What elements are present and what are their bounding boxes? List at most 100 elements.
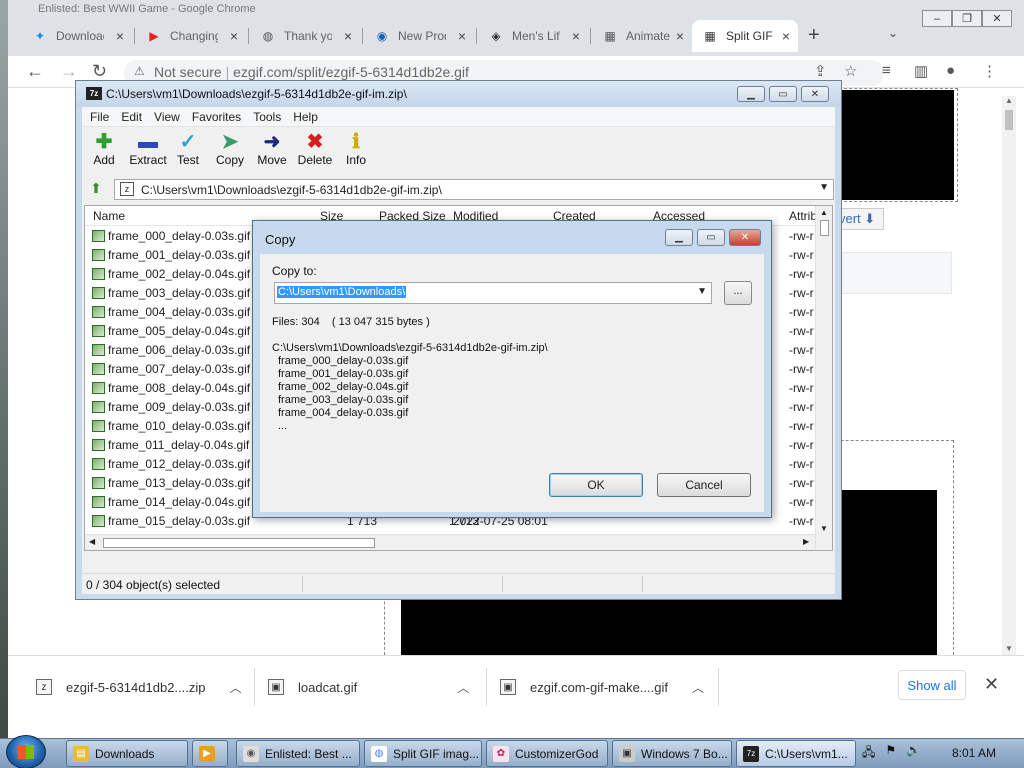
close-icon[interactable]: × (458, 28, 466, 44)
maximize-icon[interactable]: ❐ (952, 10, 982, 27)
start-button[interactable] (6, 735, 46, 768)
close-icon[interactable]: ✕ (729, 229, 761, 246)
scroll-down-icon[interactable]: ▼ (1005, 644, 1013, 653)
shield-icon: ◈ (491, 29, 501, 43)
menu-edit[interactable]: Edit (115, 107, 148, 126)
tab-new-product[interactable]: ◉ New Product × (364, 20, 474, 52)
menu-favorites[interactable]: Favorites (186, 107, 247, 126)
minimize-icon[interactable]: – (922, 10, 952, 27)
delete-button[interactable]: ✖ Delete (293, 131, 337, 167)
minimize-icon[interactable]: ▁ (737, 86, 765, 102)
tab-split-gif[interactable]: ▦ Split GIF × (692, 20, 798, 52)
menu-view[interactable]: View (148, 107, 186, 126)
list-item: frame_002_delay-0.04s.gif (278, 381, 409, 393)
maximize-icon[interactable]: ▭ (769, 86, 797, 102)
destination-combo[interactable]: C:\Users\vm1\Downloads\ ▼ (274, 282, 712, 304)
list-horizontal-scrollbar[interactable]: ◀ ▶ (85, 534, 815, 550)
close-icon[interactable]: ✕ (982, 10, 1012, 27)
download-item[interactable]: z ezgif-5-6314d1db2....zip ︿ (36, 670, 242, 704)
tab-thank-you[interactable]: ◍ Thank you × (250, 20, 360, 52)
scroll-right-icon[interactable]: ▶ (803, 537, 809, 546)
tab-animate[interactable]: ▦ Animate × (592, 20, 692, 52)
side-panel-icon[interactable]: ▥ (914, 62, 928, 80)
info-button[interactable]: ℹ Info (335, 131, 377, 167)
add-button[interactable]: ✚ Add (83, 131, 125, 167)
close-icon[interactable]: × (572, 28, 580, 44)
chevron-up-icon[interactable]: ︿ (457, 679, 469, 696)
close-icon[interactable]: ✕ (984, 674, 999, 695)
scroll-down-icon[interactable]: ▼ (820, 524, 828, 533)
close-icon[interactable]: × (676, 28, 684, 44)
menu-file[interactable]: File (84, 107, 115, 126)
chevron-down-icon[interactable]: ▼ (697, 286, 707, 297)
network-icon[interactable]: 🖧 (862, 743, 875, 764)
back-icon[interactable]: ← (26, 61, 44, 82)
menu-tools[interactable]: Tools (247, 107, 287, 126)
taskbar-item-enlisted[interactable]: ◉ Enlisted: Best ... (236, 740, 360, 767)
menu-help[interactable]: Help (287, 107, 324, 126)
taskbar-item-7zip[interactable]: 7z C:\Users\vm1... (736, 740, 856, 767)
scroll-left-icon[interactable]: ◀ (89, 537, 95, 546)
browse-button[interactable]: ... (724, 281, 752, 305)
menu-icon[interactable]: ⋮ (982, 62, 997, 80)
list-vertical-scrollbar[interactable]: ▲ ▼ (815, 206, 832, 550)
column-attrib[interactable]: Attrib (789, 209, 817, 223)
test-button[interactable]: ✓ Test (167, 131, 209, 167)
flag-icon[interactable]: ⚑ (885, 743, 896, 764)
close-icon[interactable]: × (230, 28, 238, 44)
close-icon[interactable]: × (782, 28, 790, 44)
gif-file-icon (92, 249, 105, 261)
close-icon[interactable]: × (344, 28, 352, 44)
close-icon[interactable]: × (116, 28, 124, 44)
star-icon[interactable]: ☆ (844, 62, 857, 80)
new-tab-button[interactable]: + (808, 24, 820, 47)
scroll-thumb[interactable] (103, 538, 375, 548)
taskbar-item-customizergod[interactable]: ✿ CustomizerGod (486, 740, 608, 767)
download-item[interactable]: ▣ ezgif.com-gif-make....gif ︿ (500, 670, 704, 704)
list-item: frame_003_delay-0.03s.gif (278, 394, 409, 406)
clock[interactable]: 8:01 AM (952, 746, 996, 760)
move-label: Move (257, 153, 287, 167)
extract-button[interactable]: ▬ Extract (125, 131, 171, 167)
chevron-up-icon[interactable]: ︿ (229, 679, 241, 696)
profile-icon[interactable]: ● (946, 62, 955, 79)
tab-search-icon[interactable]: ⌄ (888, 26, 898, 40)
cell-attrib: -rw-r (789, 476, 814, 490)
path-combo[interactable]: z C:\Users\vm1\Downloads\ezgif-5-6314d1d… (114, 179, 834, 200)
show-all-button[interactable]: Show all (898, 670, 966, 700)
taskbar-item-windows7[interactable]: ▣ Windows 7 Bo... (612, 740, 732, 767)
maximize-icon[interactable]: ▭ (697, 229, 725, 246)
youtube-icon: ▶ (149, 29, 159, 43)
forward-icon[interactable]: → (60, 61, 78, 82)
chevron-up-icon[interactable]: ︿ (692, 679, 704, 696)
scroll-thumb[interactable] (820, 220, 829, 236)
folder-up-icon[interactable]: ⬆ (86, 180, 106, 200)
reload-icon[interactable]: ↻ (92, 61, 107, 82)
share-icon[interactable]: ⇪ (814, 62, 827, 80)
scroll-thumb[interactable] (1005, 110, 1013, 130)
volume-icon[interactable]: 🔈 (906, 743, 921, 764)
cancel-button[interactable]: Cancel (657, 473, 751, 497)
tab-strip-icon[interactable]: ≡ (882, 62, 891, 79)
move-button[interactable]: ➜ Move (251, 131, 293, 167)
tab-mens-life[interactable]: ◈ Men's Life × (478, 20, 588, 52)
taskbar-item-downloads[interactable]: ▤ Downloads (66, 740, 188, 767)
download-item[interactable]: ▣ loadcat.gif ︿ (268, 670, 469, 704)
close-icon[interactable]: ✕ (801, 86, 829, 102)
column-name[interactable]: Name (93, 209, 125, 223)
file-name: frame_012_delay-0.03s.gif (108, 457, 251, 471)
page-scrollbar[interactable]: ▲ ▼ (1002, 96, 1016, 655)
taskbar-item-media[interactable]: ▶ (192, 740, 228, 767)
chevron-down-icon[interactable]: ▼ (819, 182, 829, 193)
minimize-icon[interactable]: ▁ (665, 229, 693, 246)
destination-path[interactable]: C:\Users\vm1\Downloads\ (277, 286, 407, 298)
tab-changing[interactable]: ▶ Changing × (136, 20, 246, 52)
tab-downloads[interactable]: ✦ Downloads × (22, 20, 132, 52)
copy-button[interactable]: ➤ Copy (209, 131, 251, 167)
scroll-up-icon[interactable]: ▲ (820, 208, 828, 217)
scroll-up-icon[interactable]: ▲ (1005, 96, 1013, 105)
gif-file-icon (92, 230, 105, 242)
gif-file-icon (92, 363, 105, 375)
ok-button[interactable]: OK (549, 473, 643, 497)
taskbar-item-split-gif[interactable]: ◍ Split GIF imag... (364, 740, 482, 767)
